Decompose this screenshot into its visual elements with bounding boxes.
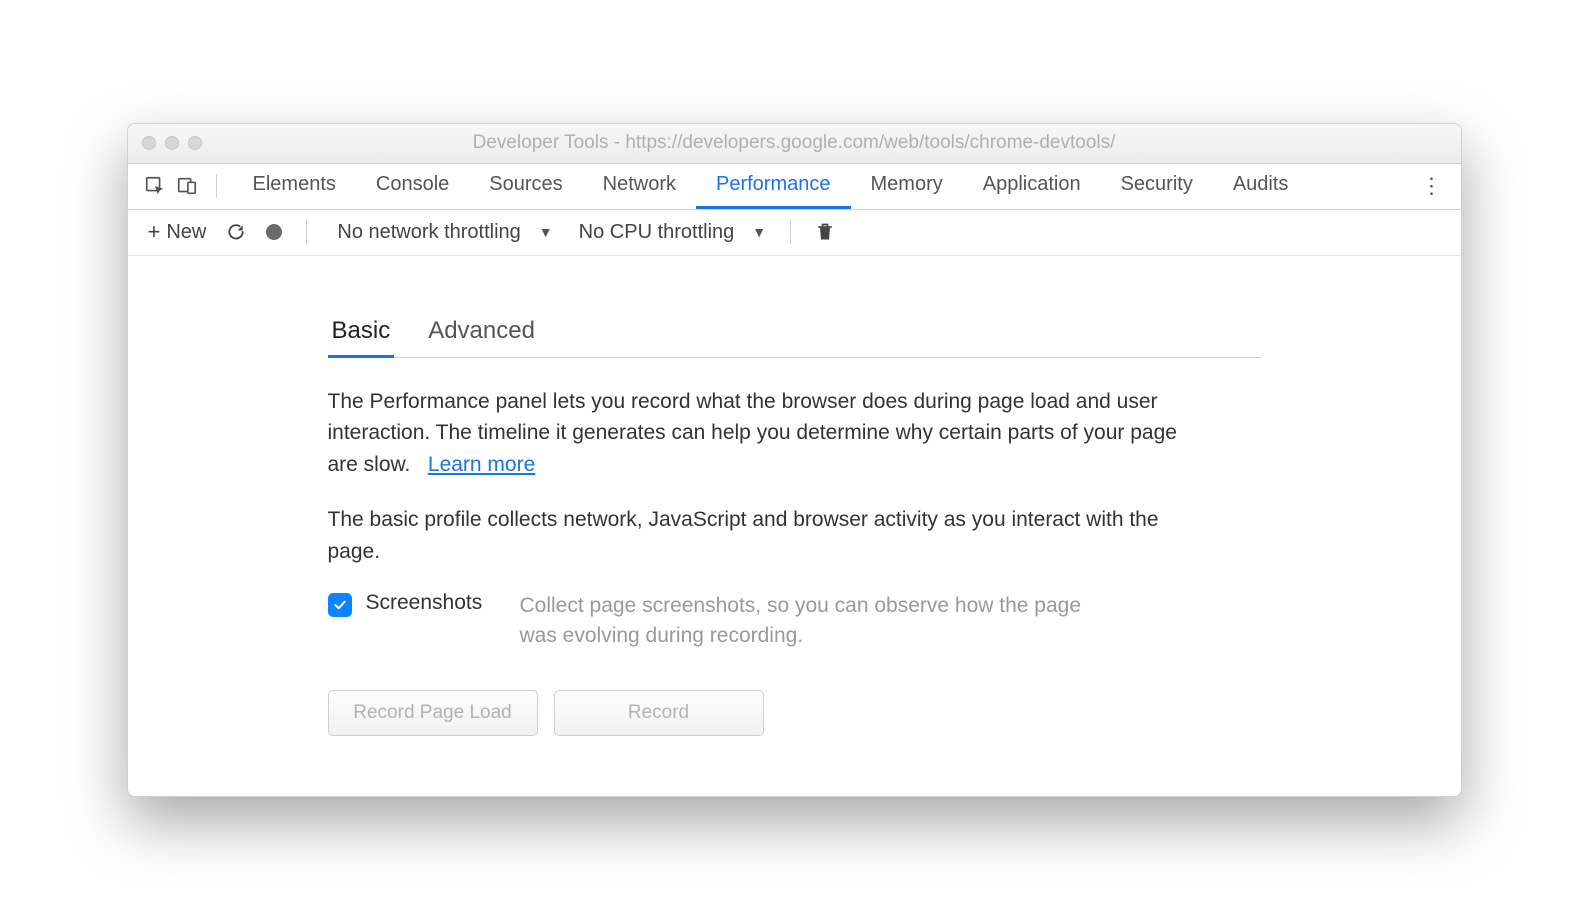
- network-throttling-dropdown[interactable]: No network throttling ▼: [325, 217, 558, 248]
- tab-security[interactable]: Security: [1101, 164, 1213, 209]
- record-buttons-row: Record Page Load Record: [328, 690, 1261, 736]
- trash-icon: [815, 221, 835, 243]
- cpu-throttling-label: No CPU throttling: [573, 221, 741, 244]
- close-window-button[interactable]: [142, 136, 156, 150]
- tab-audits[interactable]: Audits: [1213, 164, 1309, 209]
- window-titlebar: Developer Tools - https://developers.goo…: [128, 124, 1461, 164]
- devtools-tabs: Elements Console Sources Network Perform…: [233, 164, 1309, 209]
- learn-more-link[interactable]: Learn more: [428, 453, 535, 476]
- more-options-icon[interactable]: ⋮: [1417, 171, 1447, 201]
- performance-panel: Basic Advanced The Performance panel let…: [128, 256, 1461, 796]
- cpu-throttling-dropdown[interactable]: No CPU throttling ▼: [567, 217, 772, 248]
- panel-intro: The Performance panel lets you record wh…: [328, 386, 1208, 481]
- screenshots-label: Screenshots: [366, 591, 506, 615]
- new-recording-button[interactable]: + New: [142, 215, 213, 249]
- tab-network[interactable]: Network: [583, 164, 696, 209]
- tab-sources[interactable]: Sources: [469, 164, 582, 209]
- minimize-window-button[interactable]: [165, 136, 179, 150]
- record-button[interactable]: Record: [554, 690, 764, 736]
- devtools-window: Developer Tools - https://developers.goo…: [127, 123, 1462, 797]
- basic-description: The basic profile collects network, Java…: [328, 504, 1208, 567]
- maximize-window-button[interactable]: [188, 136, 202, 150]
- profile-mode-tabs: Basic Advanced: [328, 306, 1261, 358]
- divider: [790, 220, 791, 244]
- record-toggle[interactable]: [260, 220, 288, 244]
- record-icon: [266, 224, 282, 240]
- divider: [216, 174, 217, 198]
- window-title: Developer Tools - https://developers.goo…: [128, 132, 1461, 154]
- screenshots-option-row: Screenshots Collect page screenshots, so…: [328, 591, 1261, 650]
- tab-performance[interactable]: Performance: [696, 164, 851, 209]
- window-controls: [142, 136, 202, 150]
- plus-icon: +: [148, 219, 161, 245]
- network-throttling-label: No network throttling: [331, 221, 526, 244]
- divider: [306, 220, 307, 244]
- reload-button[interactable]: [220, 218, 252, 246]
- record-page-load-button[interactable]: Record Page Load: [328, 690, 538, 736]
- subtab-advanced[interactable]: Advanced: [424, 307, 539, 358]
- screenshots-description: Collect page screenshots, so you can obs…: [520, 591, 1120, 650]
- main-tab-bar: Elements Console Sources Network Perform…: [128, 164, 1461, 210]
- tab-elements[interactable]: Elements: [233, 164, 356, 209]
- inspect-element-icon[interactable]: [142, 173, 168, 199]
- check-icon: [332, 597, 348, 613]
- device-toggle-icon[interactable]: [174, 173, 200, 199]
- tab-memory[interactable]: Memory: [851, 164, 963, 209]
- chevron-down-icon: ▼: [539, 224, 553, 240]
- tab-console[interactable]: Console: [356, 164, 469, 209]
- new-label: New: [166, 221, 206, 244]
- subtab-basic[interactable]: Basic: [328, 307, 395, 358]
- clear-recordings-button[interactable]: [809, 217, 841, 247]
- screenshots-checkbox[interactable]: [328, 593, 352, 617]
- tab-application[interactable]: Application: [963, 164, 1101, 209]
- performance-toolbar: + New No network throttling ▼ No CPU thr…: [128, 210, 1461, 256]
- chevron-down-icon: ▼: [752, 224, 766, 240]
